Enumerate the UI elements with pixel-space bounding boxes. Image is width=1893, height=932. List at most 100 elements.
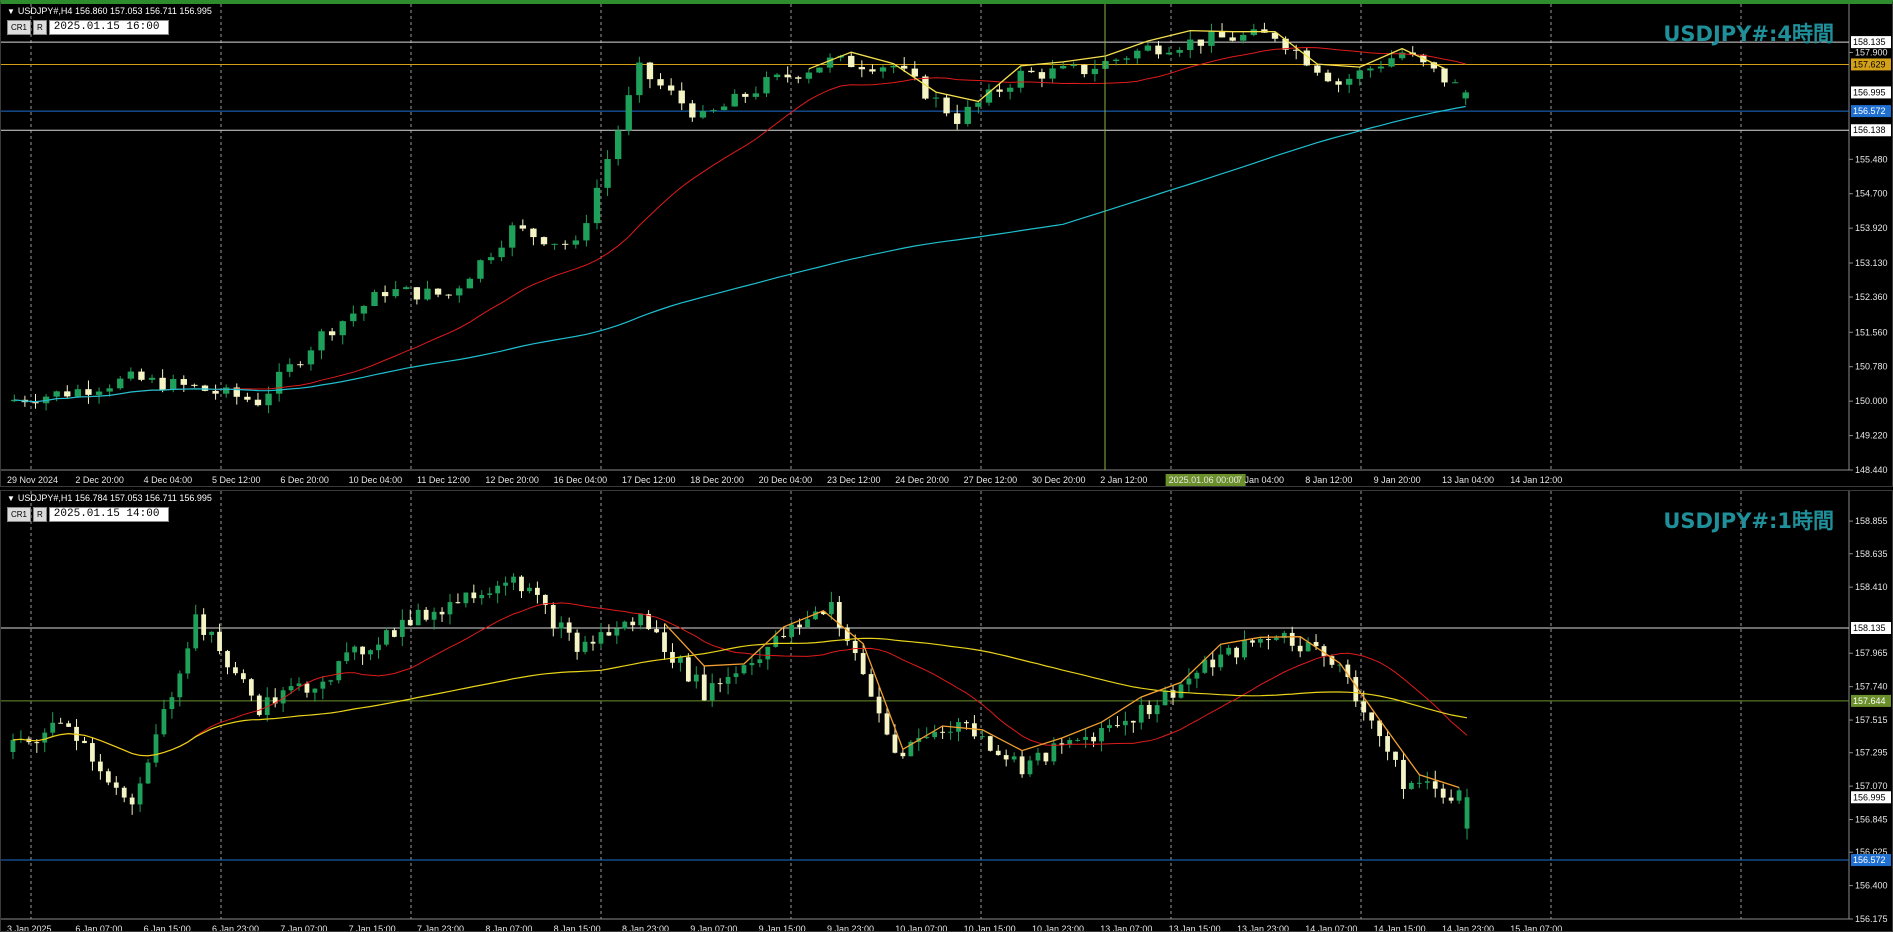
datetime-field[interactable]: 2025.01.15 14:00 (48, 507, 169, 522)
cr1-button[interactable]: CR1 (7, 20, 32, 35)
candle-body (1324, 72, 1332, 82)
candle-body (604, 159, 611, 188)
time-tick-label: 2 Jan 12:00 (1100, 475, 1147, 485)
candle-body (217, 631, 222, 652)
candle-body (646, 62, 654, 80)
candle-body (890, 65, 897, 68)
candle-body (66, 723, 71, 727)
candle-body (161, 709, 167, 735)
candle-body (848, 55, 855, 68)
r-button[interactable]: R (33, 507, 47, 522)
candle-body (781, 635, 787, 637)
candle-body (1123, 58, 1130, 60)
candle-body (138, 371, 145, 380)
candle-body (1385, 736, 1390, 752)
candle-body (816, 67, 823, 73)
candle-body (583, 223, 590, 241)
moving-average-slow (12, 637, 1468, 757)
candle-body (1226, 647, 1232, 655)
candle-body (527, 587, 532, 592)
candle-body (860, 653, 866, 675)
candle-body (233, 667, 238, 674)
candle-body (530, 228, 537, 238)
candle-body (1134, 50, 1141, 59)
candle-body (241, 673, 246, 680)
price-tick-label: 157.644 (1853, 696, 1886, 706)
candle-body (869, 69, 876, 72)
candle-body (1028, 70, 1035, 73)
price-tick-label: 156.138 (1853, 125, 1886, 135)
candle-body (630, 621, 636, 626)
collapse-triangle-icon[interactable]: ▼ (7, 7, 15, 16)
candle-body (117, 378, 124, 389)
candle-body (1081, 64, 1088, 75)
candle-body (193, 614, 199, 649)
time-tick-label: 13 Jan 04:00 (1442, 475, 1494, 485)
candle-body (34, 742, 40, 744)
candle-body (177, 673, 183, 698)
candle-body (223, 387, 230, 394)
cr1-button[interactable]: CR1 (7, 507, 32, 522)
time-tick-label: 14 Jan 12:00 (1510, 475, 1562, 485)
chart-pane-h1[interactable]: 3 Jan 2025 6 Jan 07:00 6 Jan 15:00 6 Jan 23… (0, 490, 1893, 932)
price-tick-label: 158.855 (1855, 516, 1888, 526)
candle-body (1210, 659, 1216, 668)
time-tick-label: 8 Jan 23:00 (622, 924, 669, 932)
time-tick-label: 16 Dec 04:00 (554, 475, 608, 485)
candle-body (689, 103, 696, 118)
candle-body (763, 77, 770, 94)
price-tick-label: 150.000 (1855, 396, 1888, 406)
candle-body (127, 371, 135, 379)
candle-body (328, 680, 334, 682)
candle-body (487, 593, 493, 595)
price-tick-label: 158.135 (1853, 623, 1886, 633)
candle-body (924, 737, 930, 739)
candle-body (1130, 720, 1136, 723)
candle-body (752, 93, 760, 97)
chart-canvas-h4[interactable]: 29 Nov 2024 2 Dec 20:00 4 Dec 04:00 5 Dec 1… (1, 4, 1893, 487)
candle-body (1393, 751, 1398, 760)
candle-body (153, 734, 159, 763)
candle-body (678, 657, 683, 663)
price-tick-label: 157.070 (1855, 781, 1888, 791)
candle-body (1258, 639, 1263, 643)
candle-body (654, 629, 659, 633)
candle-body (699, 111, 707, 118)
time-tick-label: 27 Dec 12:00 (964, 475, 1018, 485)
time-tick-label: 11 Dec 12:00 (417, 475, 470, 485)
chart-canvas-h1[interactable]: 3 Jan 2025 6 Jan 07:00 6 Jan 15:00 6 Jan 23… (1, 491, 1893, 932)
pane-toolbar-h1: CR1 R 2025.01.15 14:00 (7, 507, 169, 522)
datetime-field[interactable]: 2025.01.15 16:00 (48, 20, 169, 35)
candle-body (1266, 639, 1271, 641)
candle-body (455, 602, 461, 604)
candle-body (360, 646, 365, 655)
candle-body (1083, 736, 1089, 740)
r-button[interactable]: R (33, 20, 47, 35)
candle-body (350, 313, 357, 322)
chart-pane-h4[interactable]: 29 Nov 2024 2 Dec 20:00 4 Dec 04:00 5 Dec 1… (0, 0, 1893, 487)
candle-body (1416, 782, 1422, 784)
candle-body (892, 734, 898, 753)
candle-body (566, 622, 572, 633)
time-tick-label: 3 Jan 2025 (7, 924, 52, 932)
collapse-triangle-icon[interactable]: ▼ (7, 494, 15, 503)
price-tick-label: 157.740 (1855, 682, 1888, 692)
ohlc-readout: USDJPY#,H4 156.860 157.053 156.711 156.9… (17, 6, 212, 16)
candle-body (940, 731, 945, 733)
price-tick-label: 156.845 (1855, 815, 1888, 825)
candle-body (407, 619, 413, 626)
candle-body (423, 609, 429, 620)
candle-body (201, 385, 209, 391)
candle-body (1144, 45, 1152, 51)
time-tick-label: 8 Jan 07:00 (485, 924, 532, 932)
price-tick-label: 157.295 (1855, 748, 1888, 758)
candle-body (1003, 755, 1009, 760)
time-tick-label: 10 Jan 07:00 (895, 924, 947, 932)
candle-body (678, 90, 685, 104)
candle-body (32, 402, 39, 404)
candle-body (614, 130, 622, 160)
candle-body (1335, 81, 1342, 85)
candle-body (879, 67, 887, 72)
candle-body (731, 93, 738, 107)
candle-body (344, 652, 350, 662)
